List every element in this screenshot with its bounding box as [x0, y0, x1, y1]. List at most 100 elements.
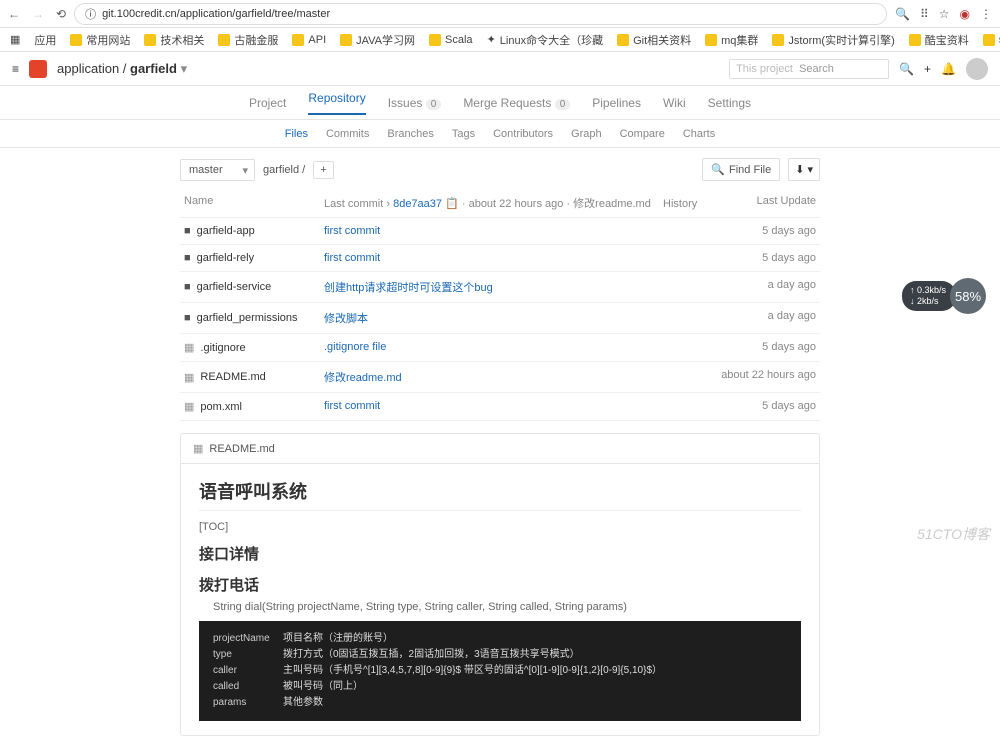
file-name: pom.xml [200, 401, 242, 413]
branch-selector[interactable]: master [180, 159, 255, 181]
bookmark-item[interactable]: JAVA学习网 [340, 32, 415, 48]
translate-icon[interactable]: ⠿ [920, 7, 929, 21]
subtab-files[interactable]: Files [285, 128, 308, 140]
clipboard-icon[interactable]: 📋 [445, 198, 459, 210]
folder-icon: ■ [184, 225, 191, 237]
file-name: garfield-app [197, 225, 255, 237]
subtab-tags[interactable]: Tags [452, 128, 475, 140]
reload-icon[interactable]: ⟲ [56, 7, 66, 21]
subtab-commits[interactable]: Commits [326, 128, 369, 140]
tab-merge-requests[interactable]: Merge Requests 0 [463, 96, 570, 110]
menu-icon[interactable]: ⋮ [980, 7, 992, 21]
file-date: about 22 hours ago [716, 369, 816, 385]
commit-message[interactable]: .gitignore file [324, 341, 716, 354]
bookmark-item[interactable]: 技术相关 [144, 32, 204, 48]
file-list: ■garfield-appfirst commit5 days ago■garf… [180, 218, 820, 421]
tab-wiki[interactable]: Wiki [663, 96, 686, 110]
path-breadcrumb[interactable]: garfield / [263, 164, 305, 176]
table-row[interactable]: ▦pom.xmlfirst commit5 days ago [180, 393, 820, 421]
apps-icon[interactable]: ▦ [10, 33, 20, 46]
tab-settings[interactable]: Settings [708, 96, 751, 110]
file-name: .gitignore [200, 342, 245, 354]
hamburger-icon[interactable]: ≡ [12, 62, 19, 76]
ext-icon[interactable]: ◉ [960, 7, 970, 21]
search-icon[interactable]: 🔍 [899, 62, 914, 76]
commit-message[interactable]: 创建http请求超时时可设置这个bug [324, 279, 716, 295]
bookmark-item[interactable]: shell [983, 34, 1000, 46]
address-bar[interactable]: ⓘ git.100credit.cn/application/garfield/… [74, 3, 887, 25]
commit-message[interactable]: first commit [324, 225, 716, 237]
file-date: a day ago [716, 279, 816, 295]
tab-issues[interactable]: Issues 0 [388, 96, 442, 110]
project-header: ≡ application / garfield ▾ This project … [0, 52, 1000, 86]
gitlab-logo-icon[interactable] [29, 60, 47, 78]
folder-icon: ■ [184, 252, 191, 264]
tab-pipelines[interactable]: Pipelines [592, 96, 641, 110]
subtab-compare[interactable]: Compare [620, 128, 665, 140]
commit-message[interactable]: first commit [324, 252, 716, 264]
col-name: Name [184, 195, 324, 211]
table-row[interactable]: ■garfield-appfirst commit5 days ago [180, 218, 820, 245]
folder-icon: ■ [184, 312, 191, 324]
history-link[interactable]: History [663, 198, 697, 210]
back-icon[interactable]: ← [8, 7, 20, 21]
readme-h1: 语音呼叫系统 [199, 478, 801, 511]
file-icon: ▦ [184, 341, 194, 354]
file-date: 5 days ago [716, 252, 816, 264]
plus-icon[interactable]: + [924, 62, 931, 76]
table-row[interactable]: ▦ .gitignore .gitignore file5 days ago [180, 334, 820, 362]
readme-panel: ▦ README.md 语音呼叫系统 [TOC] 接口详情 拨打电话 Strin… [180, 433, 820, 736]
file-toolbar: master garfield / + 🔍Find File ⬇ ▾ [180, 158, 820, 181]
table-row[interactable]: ■garfield_permissions修改脚本a day ago [180, 303, 820, 334]
avatar[interactable] [966, 58, 988, 80]
bookmark-item[interactable]: Jstorm(实时计算引擎) [772, 32, 894, 48]
readme-h2-dial: 拨打电话 [199, 574, 801, 595]
commit-message[interactable]: 修改readme.md [324, 369, 716, 385]
download-button[interactable]: ⬇ ▾ [788, 158, 820, 181]
commit-message[interactable]: 修改脚本 [324, 310, 716, 326]
forward-icon[interactable]: → [32, 7, 44, 21]
bookmark-item[interactable]: 酷宝资料 [909, 32, 969, 48]
file-name: garfield-rely [197, 252, 254, 264]
bookmark-item[interactable]: 应用 [34, 32, 56, 48]
commit-hash-link[interactable]: 8de7aa37 [393, 198, 442, 210]
subtab-charts[interactable]: Charts [683, 128, 715, 140]
table-row[interactable]: ▦README.md修改readme.mdabout 22 hours ago [180, 362, 820, 393]
notifications-icon[interactable]: 🔔 [941, 62, 956, 76]
subtab-contributors[interactable]: Contributors [493, 128, 553, 140]
tab-project[interactable]: Project [249, 96, 286, 110]
bookmarks-bar: ▦ 应用 常用网站 技术相关 古融金服 API JAVA学习网 Scala ✦L… [0, 28, 1000, 52]
repo-sub-tabs: Files Commits Branches Tags Contributors… [0, 120, 1000, 148]
folder-icon: ■ [184, 281, 191, 293]
bookmark-item[interactable]: Git相关资料 [617, 32, 691, 48]
add-file-button[interactable]: + [313, 161, 333, 179]
table-row[interactable]: ■ garfield-service 创建http请求超时时可设置这个buga da… [180, 272, 820, 303]
subtab-graph[interactable]: Graph [571, 128, 602, 140]
find-file-button[interactable]: 🔍Find File [702, 158, 780, 181]
params-code-block: projectName项目名称（注册的账号）type拨打方式（0固话互拨互插，2… [199, 621, 801, 721]
readme-filename: README.md [209, 443, 274, 455]
star-icon[interactable]: ☆ [939, 7, 950, 21]
search-icon[interactable]: 🔍 [895, 7, 910, 21]
breadcrumb[interactable]: application / garfield ▾ [57, 61, 187, 77]
bookmark-item[interactable]: 古融金服 [218, 32, 278, 48]
info-icon: ⓘ [85, 6, 96, 22]
file-date: a day ago [716, 310, 816, 326]
col-last-commit: Last commit › 8de7aa37 📋 · about 22 hour… [324, 195, 716, 211]
bookmark-item[interactable]: ✦Linux命令大全（珍藏 [487, 32, 604, 48]
bookmark-item[interactable]: mq集群 [705, 32, 758, 48]
file-date: 5 days ago [716, 400, 816, 413]
battery-circle: 58% [950, 278, 986, 314]
table-row[interactable]: ■ garfield-rely first commit5 days ago [180, 245, 820, 272]
project-search[interactable]: This project Search [729, 59, 889, 79]
col-last-update: Last Update [716, 195, 816, 211]
subtab-branches[interactable]: Branches [387, 128, 433, 140]
bookmark-item[interactable]: API [292, 34, 326, 46]
commit-message[interactable]: first commit [324, 400, 716, 413]
tab-repository[interactable]: Repository [308, 91, 365, 115]
file-date: 5 days ago [716, 341, 816, 354]
file-name: README.md [200, 371, 265, 383]
file-name: garfield-service [197, 281, 272, 293]
bookmark-item[interactable]: Scala [429, 34, 473, 46]
bookmark-item[interactable]: 常用网站 [70, 32, 130, 48]
